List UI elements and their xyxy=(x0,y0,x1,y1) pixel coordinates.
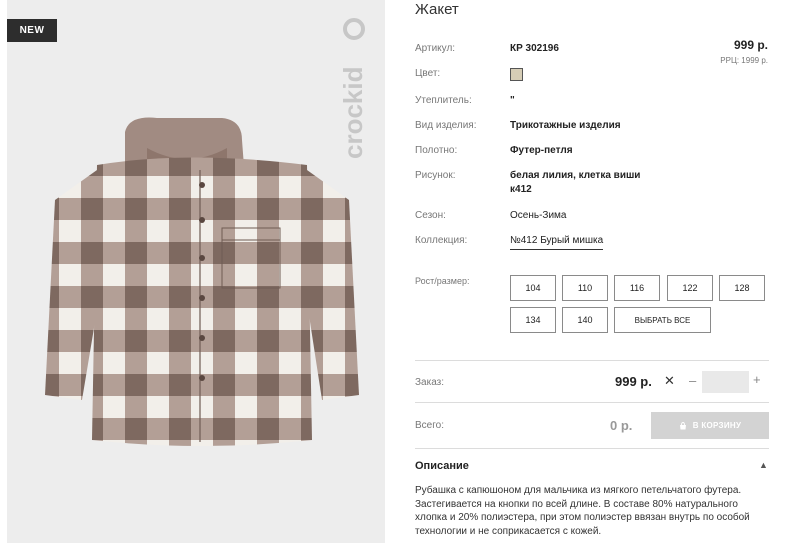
quantity-input[interactable] xyxy=(702,371,749,393)
attr-value: Трикотажные изделия xyxy=(510,120,621,131)
attr-insulation: Утеплитель: " xyxy=(415,94,515,108)
attr-label: Полотно: xyxy=(415,145,458,156)
size-option[interactable]: 134 xyxy=(510,307,556,333)
select-all-sizes-button[interactable]: ВЫБРАТЬ ВСЕ xyxy=(614,307,711,333)
color-swatch[interactable] xyxy=(510,68,523,81)
add-to-cart-label: В КОРЗИНУ xyxy=(692,421,742,430)
description-text: Рубашка с капюшоном для мальчика из мягк… xyxy=(415,485,750,537)
description-title[interactable]: Описание xyxy=(415,460,469,472)
attr-label: Утеплитель: xyxy=(415,95,472,106)
attr-pattern: Рисунок: белая лилия, клетка виши к412 xyxy=(415,169,640,197)
attr-label: Вид изделия: xyxy=(415,120,477,131)
attr-color: Цвет: xyxy=(415,67,523,81)
divider xyxy=(415,448,769,449)
product-details: Жакет 999 р. РРЦ: 1999 р. Артикул: КР 30… xyxy=(415,0,771,543)
attr-value: КР 302196 xyxy=(510,43,559,54)
total-value: 0 р. xyxy=(610,418,633,433)
order-price: 999 р. xyxy=(615,374,652,389)
product-garment-image xyxy=(45,117,359,446)
collection-link[interactable]: №412 Бурый мишка xyxy=(510,234,604,250)
size-option[interactable]: 110 xyxy=(562,275,608,301)
divider xyxy=(415,360,769,361)
attr-season: Сезон: Осень-Зима xyxy=(415,209,566,223)
attr-value: Футер-петля xyxy=(510,145,573,156)
total-label: Всего: xyxy=(415,420,444,431)
new-badge: NEW xyxy=(7,19,57,42)
quantity-increase-button[interactable]: + xyxy=(753,372,761,387)
product-title: Жакет xyxy=(415,1,459,18)
cart-bag-icon xyxy=(679,421,686,429)
attr-fabric: Полотно: Футер-петля xyxy=(415,144,573,158)
chevron-up-icon[interactable]: ▲ xyxy=(759,460,768,470)
attr-collection: Коллекция: №412 Бурый мишка xyxy=(415,234,604,250)
attr-label: Коллекция: xyxy=(415,235,468,246)
attr-value: Осень-Зима xyxy=(510,210,567,221)
size-option[interactable]: 122 xyxy=(667,275,713,301)
size-option[interactable]: 116 xyxy=(614,275,660,301)
size-option[interactable]: 140 xyxy=(562,307,608,333)
attr-label: Цвет: xyxy=(415,68,441,79)
size-option[interactable]: 128 xyxy=(719,275,765,301)
divider xyxy=(415,402,769,403)
product-rrp: РРЦ: 1999 р. xyxy=(720,56,768,65)
add-to-cart-button[interactable]: В КОРЗИНУ xyxy=(651,412,769,439)
attr-value-line: к412 xyxy=(510,184,532,195)
order-label: Заказ: xyxy=(415,377,445,388)
product-price: 999 р. xyxy=(733,38,768,52)
attr-article: Артикул: КР 302196 xyxy=(415,42,559,56)
sizes-label: Рост/размер: xyxy=(415,276,470,286)
size-option[interactable]: 104 xyxy=(510,275,556,301)
attr-value-line: белая лилия, клетка виши xyxy=(510,170,641,181)
times-icon: ✕ xyxy=(664,373,675,388)
quantity-decrease-button[interactable]: – xyxy=(689,373,696,388)
product-photo[interactable]: NEW crockid xyxy=(7,0,385,543)
attr-label: Рисунок: xyxy=(415,170,456,181)
attr-label: Артикул: xyxy=(415,43,456,54)
attr-label: Сезон: xyxy=(415,210,446,221)
attr-value: " xyxy=(510,95,515,106)
attr-product-type: Вид изделия: Трикотажные изделия xyxy=(415,119,621,133)
attr-value: белая лилия, клетка виши к412 xyxy=(510,169,640,197)
